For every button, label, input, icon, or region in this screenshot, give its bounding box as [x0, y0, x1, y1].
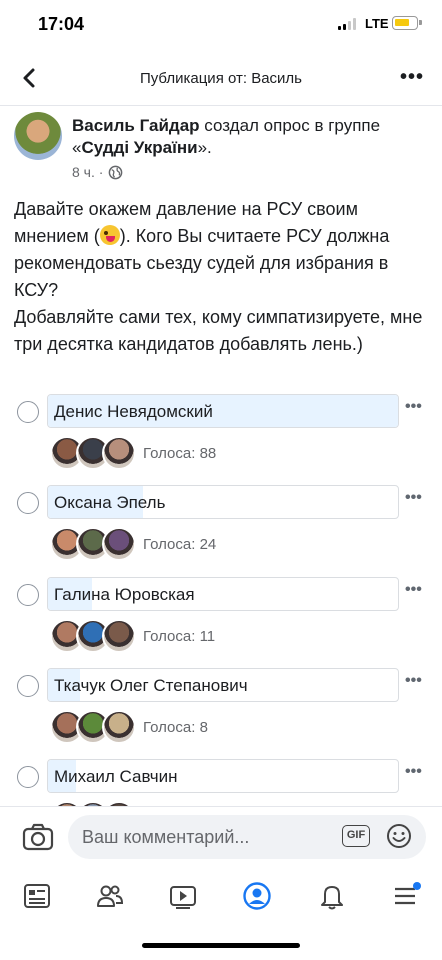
group-name[interactable]: Судді України: [81, 138, 197, 157]
option-box[interactable]: Галина Юровская: [47, 577, 399, 611]
poll-option[interactable]: Ткачук Олег Степанович ••• Голоса: 8: [0, 666, 442, 756]
tab-profile[interactable]: [237, 876, 277, 916]
option-label: Оксана Эпель: [54, 493, 166, 512]
option-more-button[interactable]: •••: [405, 672, 422, 690]
news-feed-icon: [24, 884, 50, 908]
notification-dot: [413, 882, 421, 890]
option-more-button[interactable]: •••: [405, 581, 422, 599]
poll-option[interactable]: Галина Юровская ••• Голоса: 11: [0, 575, 442, 665]
option-more-button[interactable]: •••: [405, 489, 422, 507]
comment-bar: Ваш комментарий... GIF: [0, 806, 442, 866]
voter-avatars[interactable]: [50, 436, 140, 472]
option-label: Ткачук Олег Степанович: [54, 676, 248, 695]
tab-watch[interactable]: [163, 876, 203, 916]
radio-button[interactable]: [17, 401, 39, 423]
radio-button[interactable]: [17, 584, 39, 606]
option-box[interactable]: Михаил Савчин: [47, 759, 399, 793]
voter-avatar: [102, 710, 136, 744]
status-bar: 17:04 LTE: [0, 0, 442, 50]
voter-avatars[interactable]: [50, 527, 140, 563]
vote-count[interactable]: Голоса: 11: [143, 628, 215, 645]
tab-menu[interactable]: [385, 876, 425, 916]
camera-icon: [22, 823, 54, 851]
top-header: Публикация от: Василь •••: [0, 50, 442, 106]
back-button[interactable]: [16, 64, 44, 92]
emoji-button[interactable]: [386, 823, 412, 849]
option-label: Денис Невядомский: [54, 402, 213, 421]
signal-icon: [338, 18, 360, 30]
radio-button[interactable]: [17, 675, 39, 697]
friends-icon: [97, 885, 124, 907]
post-action-end: ».: [197, 138, 212, 157]
notifications-icon: [321, 886, 343, 910]
radio-button[interactable]: [17, 492, 39, 514]
voter-avatar: [102, 527, 136, 561]
network-label: LTE: [365, 16, 389, 31]
gif-button[interactable]: GIF: [342, 825, 370, 847]
author-avatar[interactable]: [14, 112, 62, 160]
status-time: 17:04: [38, 14, 85, 34]
more-options-button[interactable]: •••: [400, 66, 424, 89]
voter-avatar: [102, 619, 136, 653]
camera-button[interactable]: [22, 823, 54, 851]
poll-option[interactable]: Оксана Эпель ••• Голоса: 24: [0, 483, 442, 573]
comment-input[interactable]: Ваш комментарий... GIF: [68, 815, 426, 859]
watch-icon: [170, 886, 196, 909]
option-label: Михаил Савчин: [54, 767, 178, 786]
voter-avatar: [102, 436, 136, 470]
post-header-text: Василь Гайдар создал опрос в группе «Суд…: [72, 115, 412, 159]
post-text: Давайте окажем давление на РСУ своим мне…: [14, 196, 430, 358]
chevron-left-icon: [23, 68, 35, 88]
author-name[interactable]: Василь Гайдар: [72, 116, 200, 135]
winking-tongue-emoji: [99, 225, 120, 245]
tab-notifications[interactable]: [312, 876, 352, 916]
option-more-button[interactable]: •••: [405, 763, 422, 781]
tab-bar: [0, 866, 442, 924]
globe-icon: [109, 165, 123, 179]
home-indicator: [142, 943, 300, 948]
tab-friends[interactable]: [90, 876, 130, 916]
vote-count[interactable]: Голоса: 24: [143, 536, 216, 553]
battery-icon: [392, 16, 422, 30]
poll-option[interactable]: Денис Невядомский ••• Голоса: 88: [0, 392, 442, 482]
option-box[interactable]: Ткачук Олег Степанович: [47, 668, 399, 702]
option-box[interactable]: Денис Невядомский: [47, 394, 399, 428]
post-timestamp[interactable]: 8 ч. ·: [72, 164, 103, 180]
voter-avatars[interactable]: [50, 710, 140, 746]
profile-icon: [243, 882, 271, 910]
option-label: Галина Юровская: [54, 585, 195, 604]
page-title: Публикация от: Василь: [139, 70, 302, 87]
option-box[interactable]: Оксана Эпель: [47, 485, 399, 519]
tab-news-feed[interactable]: [17, 876, 57, 916]
comment-placeholder: Ваш комментарий...: [82, 827, 250, 847]
vote-count[interactable]: Голоса: 88: [143, 445, 216, 462]
radio-button[interactable]: [17, 766, 39, 788]
voter-avatars[interactable]: [50, 619, 140, 655]
smiley-icon: [387, 824, 411, 848]
option-more-button[interactable]: •••: [405, 398, 422, 416]
vote-count[interactable]: Голоса: 8: [143, 719, 208, 736]
post-meta: 8 ч. ·: [72, 164, 123, 180]
